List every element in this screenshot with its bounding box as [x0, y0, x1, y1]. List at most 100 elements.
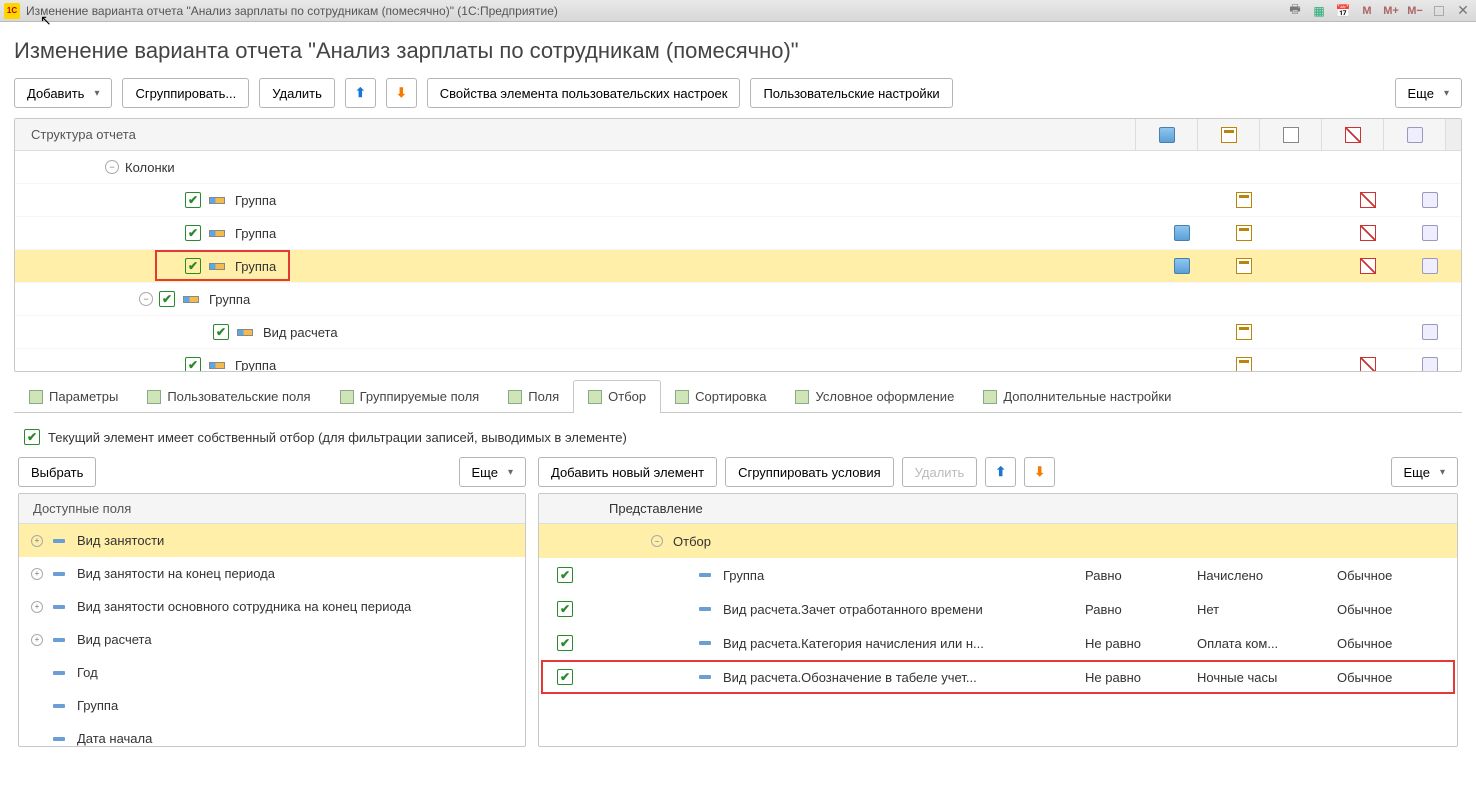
group-button[interactable]: Сгруппировать...	[122, 78, 249, 108]
delete-condition-button[interactable]: Удалить	[902, 457, 978, 487]
structure-body[interactable]: −Колонки✔Группа✔Группа✔Группа−✔Группа✔Ви…	[15, 151, 1461, 371]
red-icon[interactable]	[1360, 192, 1376, 208]
t-icon[interactable]	[1236, 225, 1252, 241]
comparison-value[interactable]: Ночные часы	[1197, 670, 1337, 685]
row-checkbox[interactable]: ✔	[185, 357, 201, 371]
move-down-button[interactable]: ⬇	[386, 78, 417, 108]
structure-row[interactable]: ✔Вид расчета	[15, 316, 1461, 349]
available-field-row[interactable]: +Вид занятости	[19, 524, 525, 557]
comparison-type[interactable]: Не равно	[1085, 636, 1197, 651]
t-icon[interactable]	[1236, 192, 1252, 208]
tab-Поля[interactable]: Поля	[493, 380, 574, 412]
condition-checkbox[interactable]: ✔	[557, 669, 573, 685]
left-more-button[interactable]: Еще	[459, 457, 526, 487]
grid-icon[interactable]: ▦	[1310, 3, 1328, 19]
db-icon[interactable]	[1174, 258, 1190, 274]
t-icon[interactable]	[1236, 357, 1252, 371]
gear-icon[interactable]	[1422, 357, 1438, 371]
db-icon[interactable]	[1174, 225, 1190, 241]
close-icon[interactable]: ✕	[1454, 3, 1472, 19]
col-header-2[interactable]	[1197, 119, 1259, 150]
calendar-icon[interactable]: 📅	[1334, 3, 1352, 19]
tab-Пользовательские поля[interactable]: Пользовательские поля	[132, 380, 325, 412]
structure-row[interactable]: ✔Группа	[15, 250, 1461, 283]
add-button[interactable]: Добавить	[14, 78, 112, 108]
more-button[interactable]: Еще	[1395, 78, 1462, 108]
red-icon[interactable]	[1360, 225, 1376, 241]
expand-icon[interactable]: −	[651, 535, 663, 547]
row-checkbox[interactable]: ✔	[213, 324, 229, 340]
mode[interactable]: Обычное	[1337, 602, 1457, 617]
col-header-1[interactable]	[1135, 119, 1197, 150]
available-field-row[interactable]: +Вид занятости на конец периода	[19, 557, 525, 590]
tab-Дополнительные настройки[interactable]: Дополнительные настройки	[968, 380, 1186, 412]
own-filter-checkbox[interactable]: ✔	[24, 429, 40, 445]
col-header-4[interactable]	[1321, 119, 1383, 150]
tab-Сортировка[interactable]: Сортировка	[660, 380, 781, 412]
condition-checkbox[interactable]: ✔	[557, 567, 573, 583]
expand-icon[interactable]: +	[31, 535, 43, 547]
group-conditions-button[interactable]: Сгруппировать условия	[725, 457, 894, 487]
add-new-element-button[interactable]: Добавить новый элемент	[538, 457, 717, 487]
comparison-value[interactable]: Оплата ком...	[1197, 636, 1337, 651]
comparison-type[interactable]: Равно	[1085, 602, 1197, 617]
mem-m-icon[interactable]: M	[1358, 3, 1376, 19]
red-icon[interactable]	[1360, 258, 1376, 274]
mode[interactable]: Обычное	[1337, 636, 1457, 651]
condition-row[interactable]: ✔Вид расчета.Зачет отработанного времени…	[539, 592, 1457, 626]
mem-mminus-icon[interactable]: M−	[1406, 3, 1424, 19]
structure-row[interactable]: ✔Группа	[15, 217, 1461, 250]
mode[interactable]: Обычное	[1337, 568, 1457, 583]
row-checkbox[interactable]: ✔	[185, 225, 201, 241]
tab-Параметры[interactable]: Параметры	[14, 380, 133, 412]
expand-icon[interactable]: +	[31, 601, 43, 613]
cond-move-down-button[interactable]: ⬇	[1024, 457, 1055, 487]
gear-icon[interactable]	[1422, 192, 1438, 208]
right-more-button[interactable]: Еще	[1391, 457, 1458, 487]
delete-button[interactable]: Удалить	[259, 78, 335, 108]
structure-row[interactable]: −Колонки	[15, 151, 1461, 184]
condition-row[interactable]: ✔Вид расчета.Обозначение в табеле учет..…	[539, 660, 1457, 694]
structure-row[interactable]: −✔Группа	[15, 283, 1461, 316]
expand-icon[interactable]: +	[31, 634, 43, 646]
condition-checkbox[interactable]: ✔	[557, 635, 573, 651]
comparison-value[interactable]: Начислено	[1197, 568, 1337, 583]
t-icon[interactable]	[1236, 258, 1252, 274]
comparison-type[interactable]: Не равно	[1085, 670, 1197, 685]
expand-icon[interactable]: −	[105, 160, 119, 174]
gear-icon[interactable]	[1422, 225, 1438, 241]
available-field-row[interactable]: +Вид занятости основного сотрудника на к…	[19, 590, 525, 623]
maximize-icon[interactable]	[1430, 3, 1448, 19]
condition-checkbox[interactable]: ✔	[557, 601, 573, 617]
condition-row[interactable]: ✔ГруппаРавноНачисленоОбычное	[539, 558, 1457, 592]
available-field-row[interactable]: Год	[19, 656, 525, 689]
expand-icon[interactable]: −	[139, 292, 153, 306]
condition-row[interactable]: ✔Вид расчета.Категория начисления или н.…	[539, 626, 1457, 660]
mode[interactable]: Обычное	[1337, 670, 1457, 685]
tab-Группируемые поля[interactable]: Группируемые поля	[325, 380, 495, 412]
tab-Отбор[interactable]: Отбор	[573, 380, 661, 412]
comparison-type[interactable]: Равно	[1085, 568, 1197, 583]
available-field-row[interactable]: Дата начала	[19, 722, 525, 746]
gear-icon[interactable]	[1422, 258, 1438, 274]
cond-move-up-button[interactable]: ⬆	[985, 457, 1016, 487]
gear-icon[interactable]	[1422, 324, 1438, 340]
comparison-value[interactable]: Нет	[1197, 602, 1337, 617]
available-field-row[interactable]: +Вид расчета	[19, 623, 525, 656]
choose-button[interactable]: Выбрать	[18, 457, 96, 487]
user-settings-button[interactable]: Пользовательские настройки	[750, 78, 952, 108]
col-header-5[interactable]	[1383, 119, 1445, 150]
red-icon[interactable]	[1360, 357, 1376, 371]
structure-row[interactable]: ✔Группа	[15, 184, 1461, 217]
mem-mplus-icon[interactable]: M+	[1382, 3, 1400, 19]
row-checkbox[interactable]: ✔	[185, 258, 201, 274]
move-up-button[interactable]: ⬆	[345, 78, 376, 108]
t-icon[interactable]	[1236, 324, 1252, 340]
structure-row[interactable]: ✔Группа	[15, 349, 1461, 371]
row-checkbox[interactable]: ✔	[185, 192, 201, 208]
tab-Условное оформление[interactable]: Условное оформление	[780, 380, 969, 412]
row-checkbox[interactable]: ✔	[159, 291, 175, 307]
col-header-3[interactable]	[1259, 119, 1321, 150]
condition-row[interactable]: −Отбор	[539, 524, 1457, 558]
element-props-button[interactable]: Свойства элемента пользовательских настр…	[427, 78, 741, 108]
